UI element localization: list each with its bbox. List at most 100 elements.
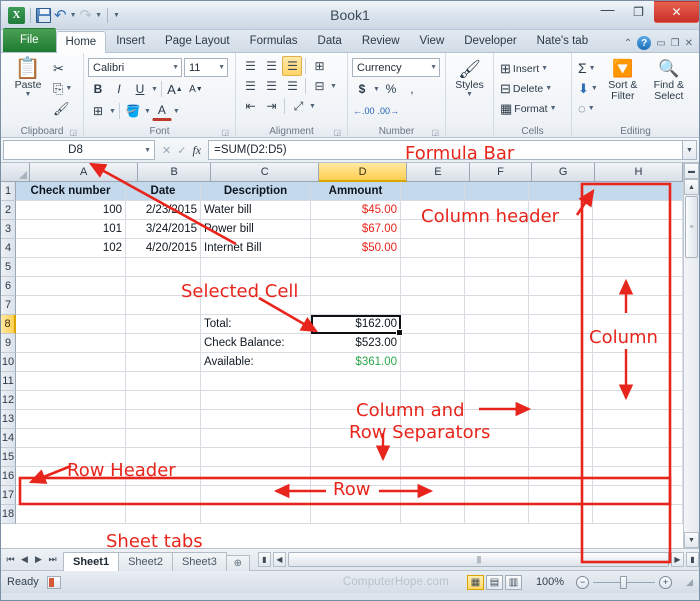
prev-sheet-icon[interactable]: ◀ [18,554,31,565]
scroll-down-button[interactable]: ▼ [684,532,699,548]
align-right-button[interactable]: ☰ [282,76,302,96]
hscroll-end-handle[interactable]: ▮ [686,552,699,567]
cell-h2[interactable] [593,201,683,220]
cell-e1[interactable] [401,182,465,201]
align-left-button[interactable]: ☰ [240,76,260,96]
next-sheet-icon[interactable]: ▶ [32,554,45,565]
cell-b10[interactable] [126,353,201,372]
maximize-button[interactable]: ❐ [623,1,654,23]
help-icon[interactable]: ? [637,36,652,50]
sheet-tab-sheet3[interactable]: Sheet3 [171,551,227,571]
tab-insert[interactable]: Insert [106,30,155,52]
minimize-button[interactable]: — [592,1,623,23]
row-header-17[interactable]: 17 [1,486,16,505]
autosum-dropdown-icon[interactable]: ▼ [589,65,596,72]
borders-button[interactable]: ⊞ [88,101,108,121]
macro-record-icon[interactable] [46,575,61,589]
cell-f11[interactable] [465,372,529,391]
cell-c1[interactable]: Description [201,182,311,201]
undo-dropdown-icon[interactable]: ▼ [70,12,77,19]
cell-a7[interactable] [16,296,126,315]
cell-c14[interactable] [201,429,311,448]
cell-a3[interactable]: 101 [16,220,126,239]
cell-h15[interactable] [593,448,683,467]
middle-align-button[interactable]: ☰ [261,56,281,76]
cell-h6[interactable] [593,277,683,296]
customize-quick-access-icon[interactable]: ▼ [113,12,120,19]
cell-c13[interactable] [201,410,311,429]
cell-b12[interactable] [126,391,201,410]
cell-g15[interactable] [529,448,593,467]
cell-f2[interactable] [465,201,529,220]
cell-f16[interactable] [465,467,529,486]
format-dropdown-icon[interactable]: ▼ [550,105,557,112]
cell-h11[interactable] [593,372,683,391]
cell-b17[interactable] [126,486,201,505]
cell-h8[interactable] [593,315,683,334]
merge-center-button[interactable]: ⊟ [309,76,329,96]
fill-color-dropdown-icon[interactable]: ▼ [144,108,151,115]
normal-view-button[interactable]: ▦ [466,574,484,590]
cell-c4[interactable]: Internet Bill [201,239,311,258]
cell-b4[interactable]: 4/20/2015 [126,239,201,258]
delete-dropdown-icon[interactable]: ▼ [545,85,552,92]
cell-c12[interactable] [201,391,311,410]
cell-d16[interactable] [311,467,401,486]
zoom-thumb[interactable] [620,575,628,589]
expand-formula-bar-icon[interactable]: ▼ [682,140,697,160]
paste-dropdown-icon[interactable]: ▼ [25,91,32,98]
cell-e9[interactable] [401,334,465,353]
comma-style-button[interactable]: , [402,79,422,99]
row-header-15[interactable]: 15 [1,448,16,467]
cell-d8[interactable]: $162.00 [311,315,403,336]
cell-g14[interactable] [529,429,593,448]
cell-g18[interactable] [529,505,593,524]
cell-a10[interactable] [16,353,126,372]
cell-d2[interactable]: $45.00 [311,201,401,220]
accounting-format-button[interactable]: $ [352,79,372,99]
cell-f15[interactable] [465,448,529,467]
cell-b9[interactable] [126,334,201,353]
row-header-4[interactable]: 4 [1,239,16,258]
cell-a18[interactable] [16,505,126,524]
cell-d17[interactable] [311,486,401,505]
hscroll-right-button[interactable]: ▶ [671,552,684,567]
cell-f8[interactable] [465,315,529,334]
cell-h14[interactable] [593,429,683,448]
wrap-text-button[interactable]: ⊞ [309,56,329,76]
tab-page-layout[interactable]: Page Layout [155,30,240,52]
cell-d15[interactable] [311,448,401,467]
clipboard-dialog-launcher-icon[interactable]: ◲ [69,128,77,137]
cell-a9[interactable] [16,334,126,353]
clear-button[interactable]: ◌ ▼ [578,99,598,118]
cell-c10[interactable]: Available: [201,353,311,372]
cell-g9[interactable] [529,334,593,353]
styles-button[interactable]: 🖌 Styles ▼ [450,56,489,98]
tab-data[interactable]: Data [308,30,352,52]
copy-button[interactable]: ⎘ ▼ [53,79,72,98]
cell-a17[interactable] [16,486,126,505]
row-header-1[interactable]: 1 [1,182,16,201]
cell-g5[interactable] [529,258,593,277]
undo-icon[interactable]: ↶ [54,7,67,23]
cell-c8[interactable]: Total: [201,315,311,334]
cell-b8[interactable] [126,315,201,334]
cell-h1[interactable] [593,182,683,201]
cell-e11[interactable] [401,372,465,391]
cell-d13[interactable] [311,410,401,429]
column-header-e[interactable]: E [407,163,470,182]
select-all-button[interactable] [1,163,31,182]
first-sheet-icon[interactable]: ⏮ [4,554,17,565]
cell-e4[interactable] [401,239,465,258]
cut-button[interactable]: ✂ [53,59,72,78]
row-header-5[interactable]: 5 [1,258,16,277]
cell-b3[interactable]: 3/24/2015 [126,220,201,239]
cell-d1[interactable]: Ammount [311,182,401,201]
column-header-h[interactable]: H [594,163,683,182]
increase-indent-button[interactable]: ⇥ [261,96,281,116]
cell-d3[interactable]: $67.00 [311,220,401,239]
cell-f17[interactable] [465,486,529,505]
cell-h17[interactable] [593,486,683,505]
cell-e5[interactable] [401,258,465,277]
cell-e6[interactable] [401,277,465,296]
